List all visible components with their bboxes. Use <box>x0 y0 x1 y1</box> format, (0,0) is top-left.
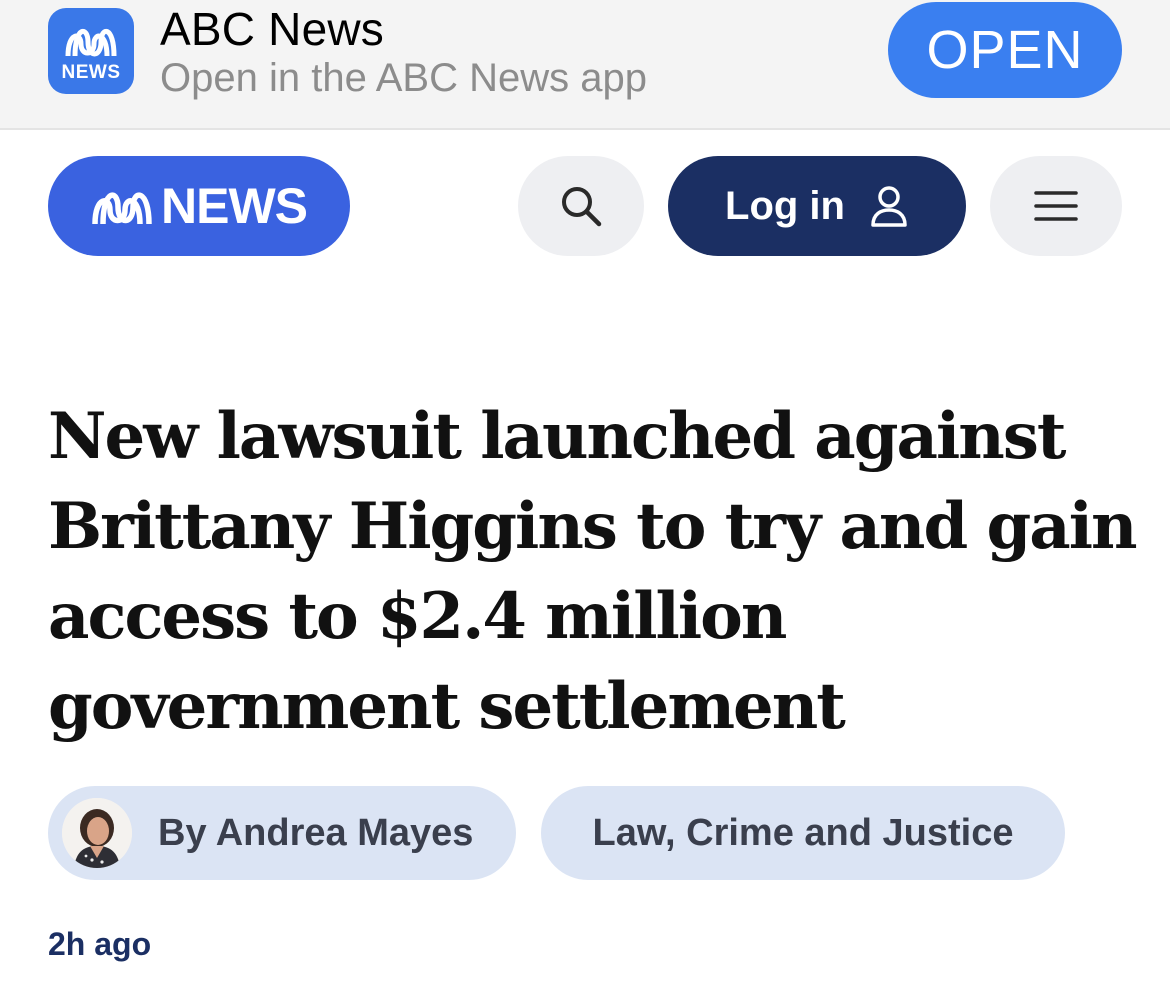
published-time: 2h ago <box>48 926 152 962</box>
login-button[interactable]: Log in <box>668 156 966 256</box>
topic-label: Law, Crime and Justice <box>592 811 1014 854</box>
author-link[interactable]: By Andrea Mayes <box>48 786 516 880</box>
open-app-button[interactable]: OPEN <box>888 2 1122 98</box>
topic-tag[interactable]: Law, Crime and Justice <box>541 786 1065 880</box>
article-headline: New lawsuit launched against Brittany Hi… <box>48 399 1138 744</box>
app-icon-label: NEWS <box>61 62 121 83</box>
hamburger-menu-icon <box>1034 191 1078 221</box>
abc-news-logo[interactable]: NEWS <box>48 156 350 256</box>
login-label: Log in <box>725 183 845 228</box>
app-name: ABC News <box>160 3 384 55</box>
abc-logo-icon <box>65 28 117 57</box>
abc-logo-icon <box>92 192 152 225</box>
user-icon <box>871 186 907 227</box>
abc-news-app-icon: NEWS <box>48 8 134 94</box>
search-button[interactable] <box>518 156 644 256</box>
app-banner-subtitle: Open in the ABC News app <box>160 56 647 100</box>
search-icon <box>562 187 602 227</box>
author-name: By Andrea Mayes <box>158 811 474 854</box>
logo-wordmark: NEWS <box>161 178 308 234</box>
author-avatar <box>62 798 132 868</box>
app-install-banner: NEWS ABC News Open in the ABC News app O… <box>0 0 1170 130</box>
menu-button[interactable] <box>990 156 1122 256</box>
